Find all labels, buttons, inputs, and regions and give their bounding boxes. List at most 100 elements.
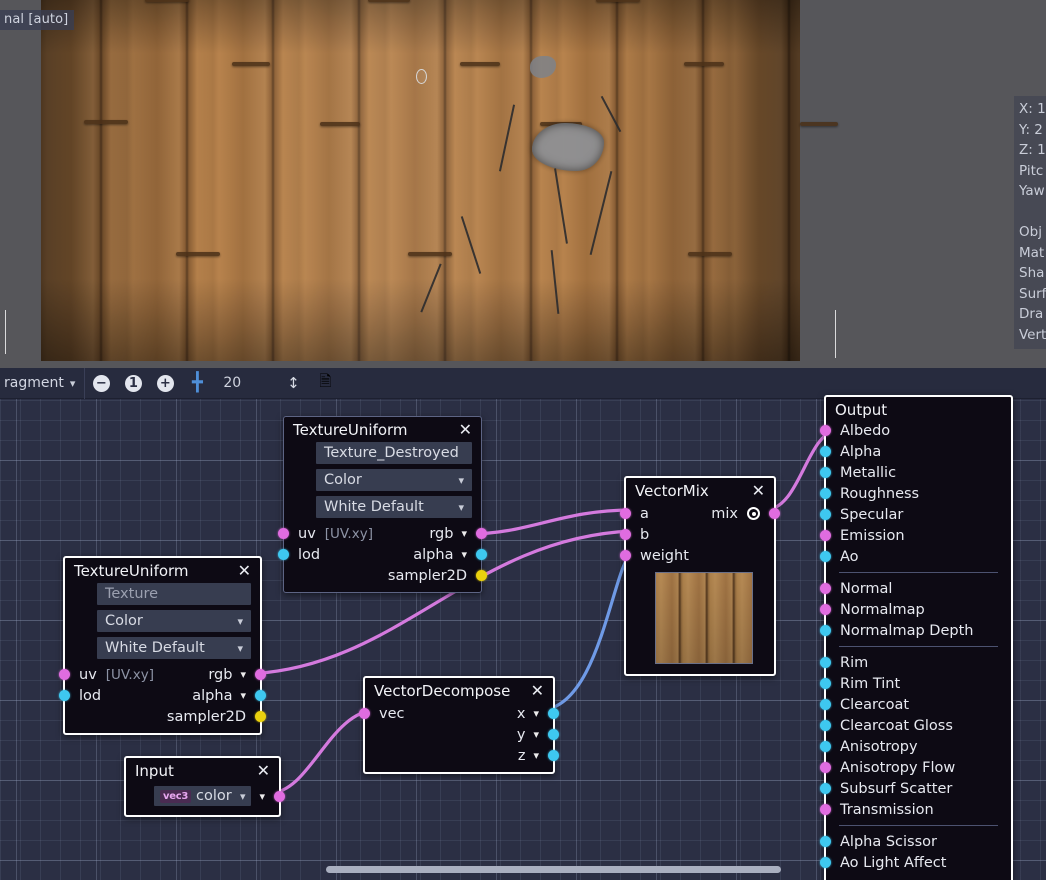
port-in-clearcoat[interactable]	[820, 699, 831, 710]
node-header[interactable]: VectorDecompose ✕	[365, 678, 553, 703]
shader-stage-dropdown[interactable]: ragment ▾	[0, 368, 84, 399]
zoom-out-button[interactable]: −	[85, 368, 117, 399]
node-title: VectorMix	[635, 482, 709, 500]
input-source-select[interactable]: vec3 color ▾	[154, 786, 251, 806]
port-in-rim-tint[interactable]	[820, 678, 831, 689]
port-in-lod[interactable]	[59, 690, 70, 701]
info-vertex: Vert	[1019, 325, 1046, 346]
port-out-color[interactable]	[274, 791, 285, 802]
minus-icon: −	[93, 375, 110, 392]
node-header[interactable]: VectorMix ✕	[626, 478, 774, 503]
port-label-alpha: alpha	[413, 547, 453, 563]
wood-texture-preview	[655, 572, 753, 664]
port-in-alpha-scissor[interactable]	[820, 836, 831, 847]
output-label-rim-tint: Rim Tint	[840, 676, 900, 692]
port-label-rgb: rgb	[208, 667, 232, 683]
port-in-metallic[interactable]	[820, 467, 831, 478]
chevron-down-icon[interactable]: ▾	[259, 790, 265, 803]
output-port-anisotropy-flow: Anisotropy Flow	[826, 757, 1011, 778]
node-header[interactable]: Output	[826, 397, 1011, 420]
output-label-roughness: Roughness	[840, 486, 919, 502]
port-in-alpha[interactable]	[820, 446, 831, 457]
texture-name-field[interactable]: Texture	[97, 583, 251, 605]
port-in-roughness[interactable]	[820, 488, 831, 499]
port-out-rgb[interactable]	[476, 528, 487, 539]
port-out-x[interactable]	[548, 708, 559, 719]
port-in-normal[interactable]	[820, 583, 831, 594]
port-in-a[interactable]	[620, 508, 631, 519]
chevron-down-icon[interactable]: ▾	[533, 728, 539, 741]
close-icon[interactable]: ✕	[236, 563, 253, 579]
port-out-alpha[interactable]	[476, 549, 487, 560]
chevron-down-icon[interactable]: ▾	[461, 527, 467, 540]
node-input[interactable]: Input ✕ vec3 color ▾ ▾	[124, 756, 281, 817]
snap-stepper[interactable]: ↕	[277, 368, 309, 399]
chevron-down-icon[interactable]: ▾	[533, 749, 539, 762]
default-texture-select[interactable]: White Default ▾	[316, 496, 472, 518]
color-mode-select[interactable]: Color ▾	[97, 610, 251, 632]
port-in-normalmap-depth[interactable]	[820, 625, 831, 636]
node-vector-decompose[interactable]: VectorDecompose ✕ vec x ▾ y ▾	[363, 676, 555, 774]
snap-value-input[interactable]: 20	[213, 375, 277, 391]
color-mode-select[interactable]: Color ▾	[316, 469, 472, 491]
port-out-alpha[interactable]	[255, 690, 266, 701]
node-texture-uniform-destroyed[interactable]: TextureUniform ✕ Texture_Destroyed Color…	[283, 416, 482, 593]
zoom-reset-button[interactable]: 1	[117, 368, 149, 399]
output-port-rim-tint: Rim Tint	[826, 673, 1011, 694]
port-in-transmission[interactable]	[820, 804, 831, 815]
port-in-albedo[interactable]	[820, 425, 831, 436]
port-out-z[interactable]	[548, 750, 559, 761]
close-icon[interactable]: ✕	[529, 683, 546, 699]
chevron-down-icon[interactable]: ▾	[240, 689, 246, 702]
node-header[interactable]: Input ✕	[126, 758, 279, 783]
port-in-ao-light-affect[interactable]	[820, 857, 831, 868]
port-in-emission[interactable]	[820, 530, 831, 541]
chevron-down-icon[interactable]: ▾	[240, 668, 246, 681]
node-title: TextureUniform	[74, 562, 189, 580]
node-header[interactable]: TextureUniform ✕	[284, 417, 481, 442]
default-texture-select[interactable]: White Default ▾	[97, 637, 251, 659]
port-in-anisotropy-flow[interactable]	[820, 762, 831, 773]
edit-shader-script-button[interactable]: 🗎	[309, 368, 341, 399]
port-in-anisotropy[interactable]	[820, 741, 831, 752]
port-in-lod[interactable]	[278, 549, 289, 560]
port-in-specular[interactable]	[820, 509, 831, 520]
close-icon[interactable]: ✕	[255, 763, 272, 779]
zoom-in-button[interactable]: +	[149, 368, 181, 399]
port-in-ao[interactable]	[820, 551, 831, 562]
shader-graph-canvas[interactable]: ragment ▾ − 1 + ╋ 20 ↕ 🗎	[0, 368, 1046, 880]
port-out-mix[interactable]	[769, 508, 780, 519]
snap-toggle-button[interactable]: ╋	[181, 368, 213, 399]
horizontal-scrollbar[interactable]	[326, 866, 781, 873]
port-in-uv[interactable]	[278, 528, 289, 539]
node-output[interactable]: Output Albedo Alpha Metallic Roughness	[824, 395, 1013, 880]
output-divider	[839, 572, 998, 573]
plank-seam	[408, 252, 452, 256]
chevron-down-icon[interactable]: ▾	[461, 548, 467, 561]
port-out-sampler2d[interactable]	[476, 570, 487, 581]
port-in-weight[interactable]	[620, 550, 631, 561]
3d-viewport[interactable]: nal [auto] X: 1 Y: 2 Z: 1 Pitc Yaw Obj M…	[0, 0, 1046, 368]
node-vector-mix[interactable]: VectorMix ✕ a mix b weight	[624, 476, 776, 676]
close-icon[interactable]: ✕	[750, 483, 767, 499]
info-shader: Sha	[1019, 263, 1046, 284]
close-icon[interactable]: ✕	[457, 422, 474, 438]
port-row-lod-alpha: lod alpha ▾	[284, 544, 481, 565]
eye-icon[interactable]	[747, 507, 760, 520]
port-in-clearcoat-gloss[interactable]	[820, 720, 831, 731]
node-header[interactable]: TextureUniform ✕	[65, 558, 260, 583]
port-in-b[interactable]	[620, 529, 631, 540]
port-in-rim[interactable]	[820, 657, 831, 668]
port-label-uv: uv	[298, 526, 316, 542]
chevron-down-icon[interactable]: ▾	[533, 707, 539, 720]
port-out-sampler2d[interactable]	[255, 711, 266, 722]
texture-name-field[interactable]: Texture_Destroyed	[316, 442, 472, 464]
output-port-roughness: Roughness	[826, 483, 1011, 504]
port-in-normalmap[interactable]	[820, 604, 831, 615]
port-in-vec[interactable]	[359, 708, 370, 719]
port-out-y[interactable]	[548, 729, 559, 740]
node-texture-uniform-empty[interactable]: TextureUniform ✕ Texture Color ▾ White D…	[63, 556, 262, 735]
port-in-uv[interactable]	[59, 669, 70, 680]
port-out-rgb[interactable]	[255, 669, 266, 680]
port-in-subsurf-scatter[interactable]	[820, 783, 831, 794]
